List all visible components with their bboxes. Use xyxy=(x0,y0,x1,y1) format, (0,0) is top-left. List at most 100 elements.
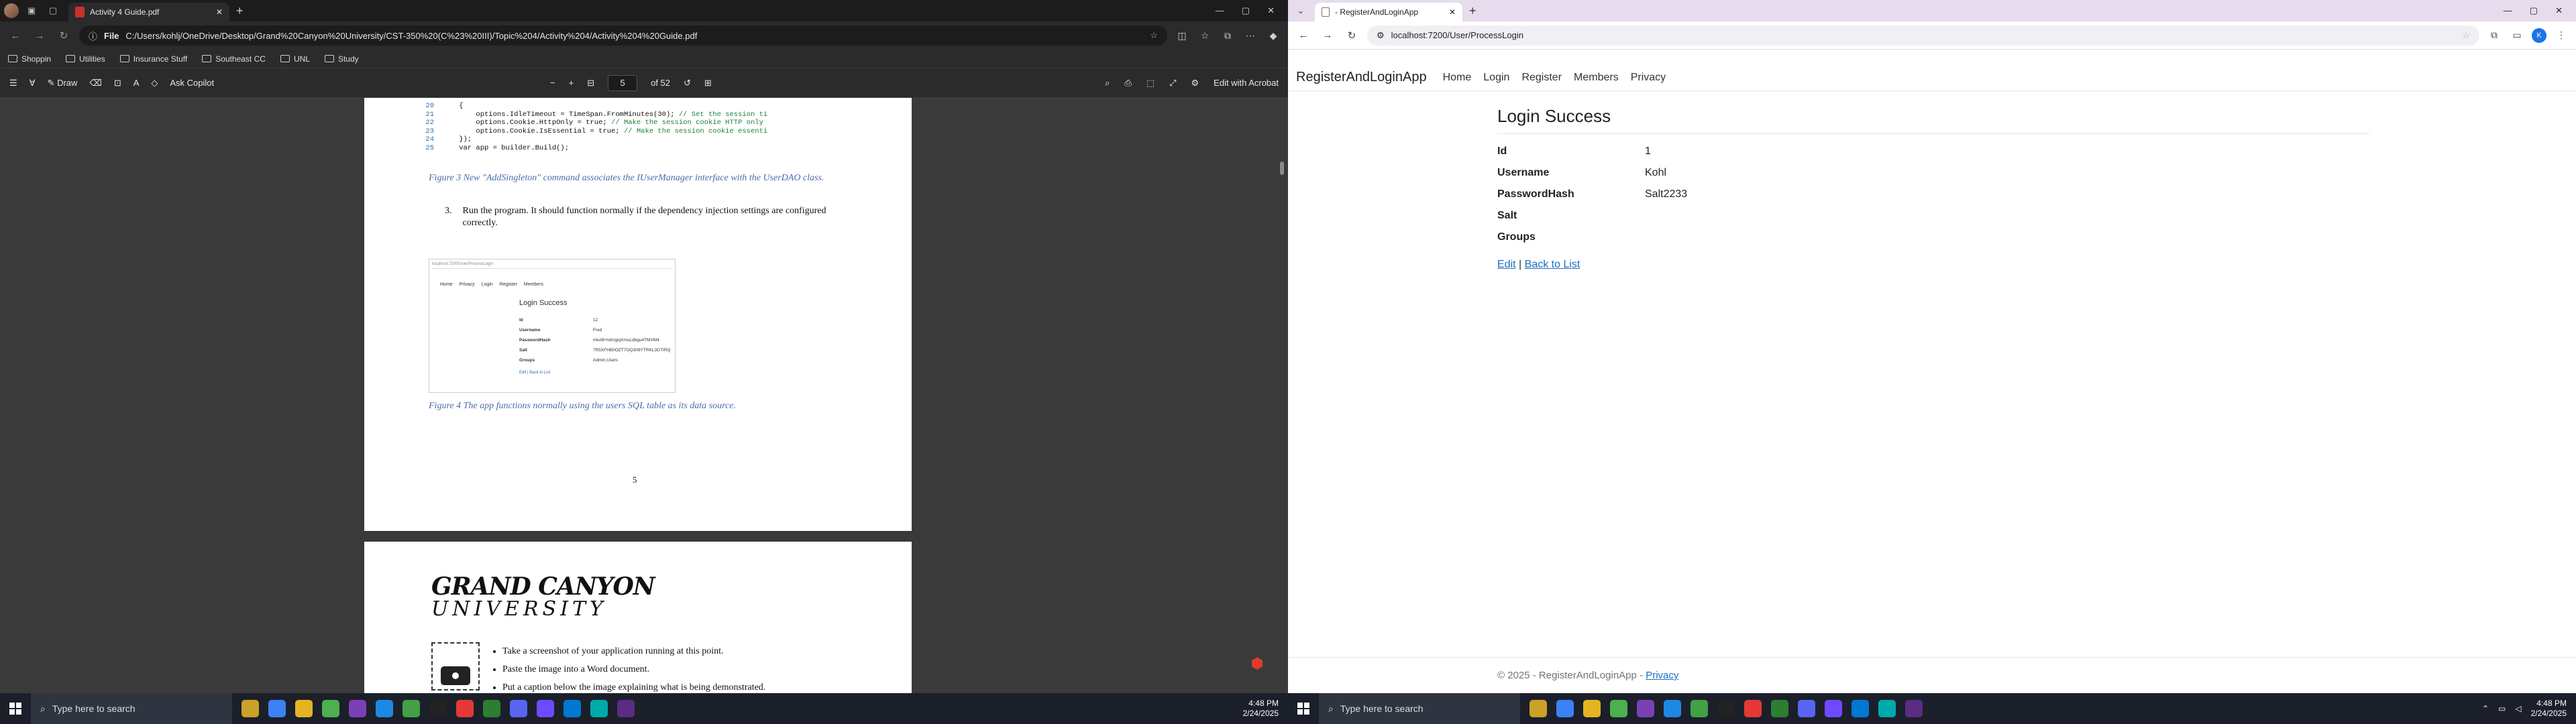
app-icon[interactable] xyxy=(1529,700,1547,717)
file-explorer-icon[interactable] xyxy=(1583,700,1601,717)
discord-icon[interactable] xyxy=(510,700,527,717)
page-view-icon[interactable]: ⊞ xyxy=(704,78,712,88)
start-button[interactable] xyxy=(0,703,31,715)
edit-link[interactable]: Edit xyxy=(1497,259,1516,270)
acrobat-icon[interactable]: ⬢ xyxy=(1249,656,1265,672)
footer-privacy-link[interactable]: Privacy xyxy=(1646,670,1678,681)
spotify-icon[interactable] xyxy=(1771,700,1788,717)
tab-webapp[interactable]: - RegisterAndLoginApp ✕ xyxy=(1315,3,1462,21)
pdf-scrollbar-thumb[interactable] xyxy=(1280,162,1284,175)
taskbar-search[interactable]: ⌕ Type here to search xyxy=(31,693,232,724)
close-tab-icon[interactable]: ✕ xyxy=(1449,7,1456,17)
tray-chevron-icon[interactable]: ⌃ xyxy=(2482,704,2489,713)
downloads-icon[interactable]: ▭ xyxy=(2509,29,2525,41)
vscode-icon[interactable] xyxy=(1664,700,1681,717)
edit-with-acrobat-button[interactable]: Edit with Acrobat xyxy=(1214,78,1279,88)
bookmark-study[interactable]: Study xyxy=(324,54,359,64)
app-icon[interactable] xyxy=(1690,700,1708,717)
bookmark-star-icon[interactable]: ☆ xyxy=(2462,30,2470,41)
spotify-icon[interactable] xyxy=(483,700,500,717)
close-window-icon[interactable]: ✕ xyxy=(1267,5,1275,16)
more-menu-icon[interactable]: ⋮ xyxy=(2553,29,2569,41)
bookmark-insurance[interactable]: Insurance Stuff xyxy=(119,54,187,64)
edge-icon[interactable] xyxy=(1878,700,1896,717)
workspaces-icon[interactable]: ▣ xyxy=(23,2,40,19)
draw-button[interactable]: ✎ Draw xyxy=(48,78,78,88)
app-icon[interactable] xyxy=(268,700,286,717)
read-aloud-icon[interactable]: A xyxy=(133,78,140,88)
network-icon[interactable]: ▭ xyxy=(2498,704,2506,713)
address-bar[interactable]: ⓘ File C:/Users/kohlj/OneDrive/Desktop/G… xyxy=(79,25,1167,46)
highlight-icon[interactable]: ∀ xyxy=(30,78,36,88)
edge-icon[interactable] xyxy=(590,700,608,717)
bookmark-shoppin[interactable]: Shoppin xyxy=(8,54,51,64)
nav-login[interactable]: Login xyxy=(1483,72,1509,84)
nav-privacy[interactable]: Privacy xyxy=(1631,72,1666,84)
site-brand[interactable]: RegisterAndLoginApp xyxy=(1296,70,1427,85)
refresh-icon[interactable]: ↻ xyxy=(55,29,72,42)
copilot-icon[interactable]: ◆ xyxy=(1265,30,1281,42)
app-icon[interactable] xyxy=(537,700,554,717)
app-icon[interactable] xyxy=(1556,700,1574,717)
clock[interactable]: 4:48 PM 2/24/2025 xyxy=(2531,699,2567,719)
zoom-out-icon[interactable]: − xyxy=(550,78,555,88)
fullscreen-icon[interactable]: ⤢ xyxy=(1169,78,1176,88)
favorite-star-icon[interactable]: ☆ xyxy=(1150,30,1158,41)
pdf-viewport[interactable]: 20 { 21 options.IdleTimeout = TimeSpan.F… xyxy=(0,98,1288,693)
chrome-icon[interactable] xyxy=(1610,700,1627,717)
profile-avatar[interactable] xyxy=(4,3,19,18)
app-icon[interactable] xyxy=(402,700,420,717)
volume-icon[interactable]: ◁ xyxy=(2515,704,2521,713)
bookmark-southeast-cc[interactable]: Southeast CC xyxy=(202,54,266,64)
fit-page-icon[interactable]: ⊟ xyxy=(587,78,594,88)
nav-home[interactable]: Home xyxy=(1443,72,1472,84)
app-icon[interactable] xyxy=(1717,700,1735,717)
maximize-icon[interactable]: ▢ xyxy=(1242,5,1250,16)
app-icon[interactable] xyxy=(617,700,635,717)
new-tab-button[interactable]: + xyxy=(1469,4,1477,18)
print-icon[interactable]: ⎙ xyxy=(1124,78,1131,88)
visual-studio-icon[interactable] xyxy=(1637,700,1654,717)
visual-studio-icon[interactable] xyxy=(349,700,366,717)
back-to-list-link[interactable]: Back to List xyxy=(1525,259,1580,270)
app-icon[interactable] xyxy=(1851,700,1869,717)
copilot-small-icon[interactable]: ◇ xyxy=(151,78,158,88)
settings-gear-icon[interactable]: ⚙ xyxy=(1191,78,1199,88)
new-tab-button[interactable]: + xyxy=(236,4,244,18)
ask-copilot-button[interactable]: Ask Copilot xyxy=(170,78,214,88)
close-window-icon[interactable]: ✕ xyxy=(2555,5,2563,16)
forward-icon[interactable]: → xyxy=(1319,29,1336,41)
bookmark-utilities[interactable]: Utilities xyxy=(66,54,105,64)
vscode-icon[interactable] xyxy=(376,700,393,717)
app-icon[interactable] xyxy=(1744,700,1762,717)
minimize-icon[interactable]: — xyxy=(2504,5,2512,16)
maximize-icon[interactable]: ▢ xyxy=(2530,5,2538,16)
back-icon[interactable]: ← xyxy=(1295,29,1312,41)
file-explorer-icon[interactable] xyxy=(295,700,313,717)
app-icon[interactable] xyxy=(1825,700,1842,717)
zoom-in-icon[interactable]: + xyxy=(569,78,574,88)
bookmark-unl[interactable]: UNL xyxy=(280,54,310,64)
clock[interactable]: 4:48 PM 2/24/2025 xyxy=(1243,699,1279,719)
tab-actions-icon[interactable]: ▢ xyxy=(44,2,62,19)
eraser-icon[interactable]: ⌫ xyxy=(89,78,101,88)
extensions-icon[interactable]: ⧉ xyxy=(2486,29,2502,41)
contents-icon[interactable]: ☰ xyxy=(9,78,17,88)
collections-icon[interactable]: ⧉ xyxy=(1220,30,1236,42)
more-menu-icon[interactable]: ⋯ xyxy=(1242,30,1258,42)
split-screen-icon[interactable]: ◫ xyxy=(1174,30,1190,42)
close-tab-icon[interactable]: ✕ xyxy=(216,7,223,17)
minimize-icon[interactable]: — xyxy=(1216,5,1224,16)
favorites-icon[interactable]: ☆ xyxy=(1197,30,1213,42)
tab-pdf[interactable]: Activity 4 Guide.pdf ✕ xyxy=(68,3,229,21)
rotate-icon[interactable]: ↺ xyxy=(684,78,691,88)
nav-register[interactable]: Register xyxy=(1521,72,1562,84)
address-bar[interactable]: ⚙ localhost:7200/User/ProcessLogin ☆ xyxy=(1367,25,2479,46)
tab-search-icon[interactable]: ⌄ xyxy=(1292,2,1309,19)
nav-members[interactable]: Members xyxy=(1574,72,1619,84)
add-text-icon[interactable]: ⊡ xyxy=(114,78,121,88)
start-button[interactable] xyxy=(1288,703,1319,715)
save-icon[interactable]: ⬚ xyxy=(1146,78,1155,88)
app-icon[interactable] xyxy=(564,700,581,717)
app-icon[interactable] xyxy=(241,700,259,717)
